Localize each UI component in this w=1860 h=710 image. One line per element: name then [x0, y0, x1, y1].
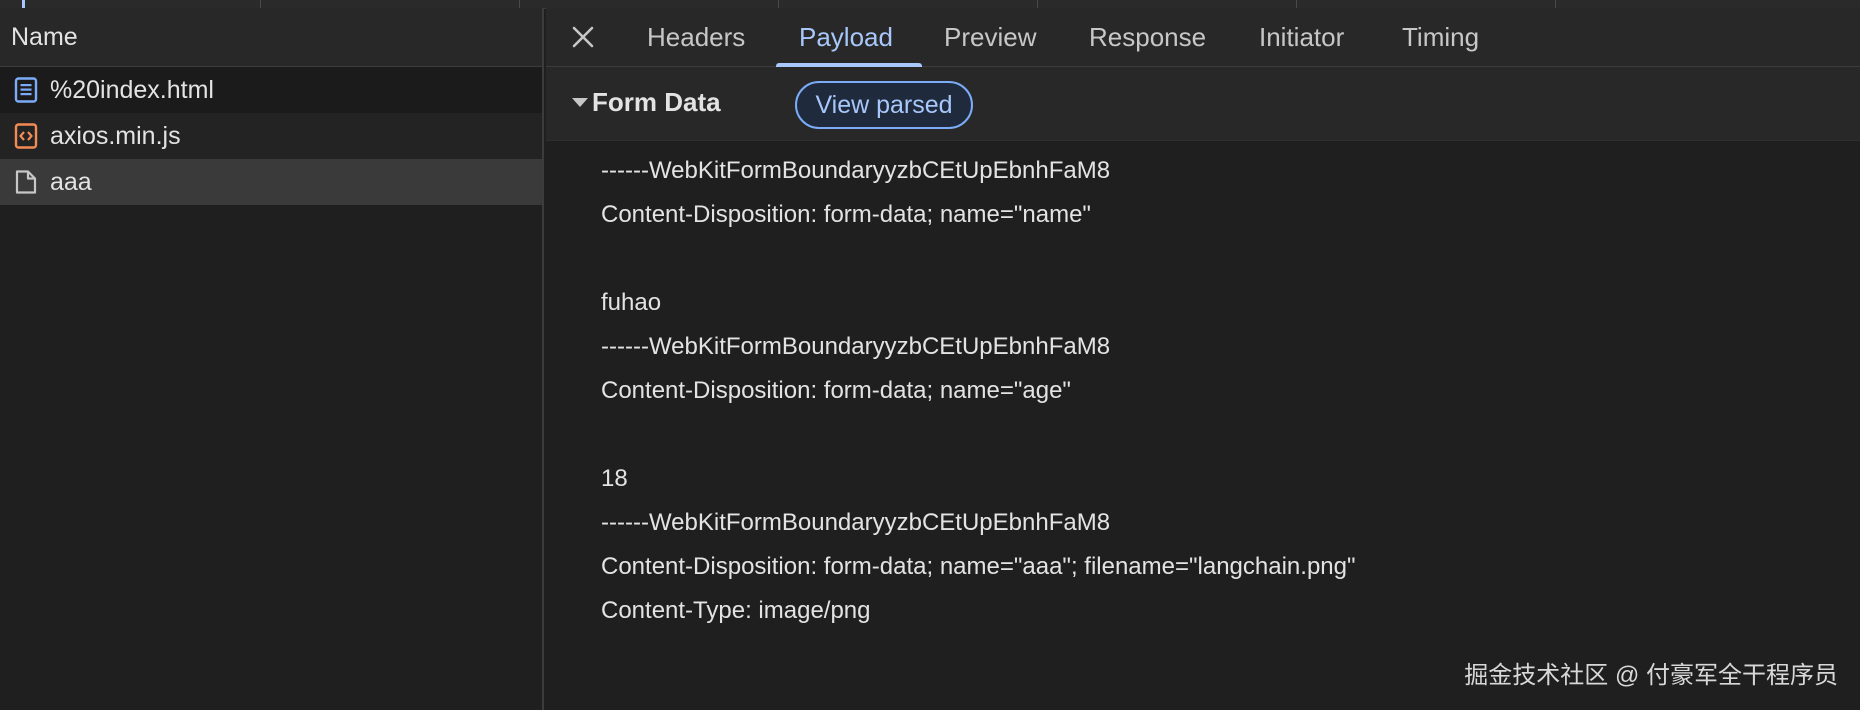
payload-line: Content-Disposition: form-data; name="ag…	[601, 377, 1071, 404]
detail-tabbar: Headers Payload Preview Response Initiat…	[546, 8, 1860, 67]
payload-line: ------WebKitFormBoundaryyzbCEtUpEbnhFaM8	[601, 157, 1111, 184]
tab-initiator[interactable]: Initiator	[1259, 8, 1344, 67]
watermark: 掘金技术社区 @ 付豪军全干程序员	[1464, 662, 1838, 689]
waterfall-cursor[interactable]	[22, 0, 25, 8]
request-name: aaa	[50, 167, 92, 196]
request-row-aaa[interactable]: aaa	[0, 159, 542, 205]
waterfall-tick	[1555, 0, 1556, 8]
view-parsed-button[interactable]: View parsed	[795, 81, 973, 129]
waterfall-tick	[778, 0, 779, 8]
payload-line: fuhao	[601, 289, 662, 316]
waterfall-tick	[519, 0, 520, 8]
file-icon	[13, 168, 39, 196]
collapse-triangle-icon[interactable]	[572, 98, 588, 107]
request-list: Name %20index.html axios.min.js aaa	[0, 8, 544, 710]
close-icon	[572, 26, 594, 48]
payload-line	[601, 413, 1841, 457]
waterfall-tick	[1296, 0, 1297, 8]
waterfall-tick	[1037, 0, 1038, 8]
payload-line	[601, 237, 1841, 281]
tab-timing[interactable]: Timing	[1402, 8, 1479, 67]
request-row-index-html[interactable]: %20index.html	[0, 67, 542, 113]
form-data-section-header[interactable]: Form Data View parsed	[546, 67, 1860, 141]
tab-headers[interactable]: Headers	[647, 8, 745, 67]
tab-preview[interactable]: Preview	[944, 8, 1036, 67]
payload-line: Content-Type: image/png	[601, 597, 871, 624]
payload-line: Content-Disposition: form-data; name="na…	[601, 201, 1091, 228]
tab-response[interactable]: Response	[1089, 8, 1206, 67]
waterfall-tick	[260, 0, 261, 8]
request-name: axios.min.js	[50, 121, 181, 150]
document-icon	[13, 76, 39, 104]
script-icon	[13, 122, 39, 150]
request-name: %20index.html	[50, 75, 214, 104]
request-row-axios[interactable]: axios.min.js	[0, 113, 542, 159]
tab-payload[interactable]: Payload	[799, 8, 893, 67]
close-detail-button[interactable]	[566, 20, 600, 54]
devtools-network-panel: Name %20index.html axios.min.js aaa Head…	[0, 0, 1860, 710]
payload-source: ------WebKitFormBoundaryyzbCEtUpEbnhFaM8…	[601, 149, 1841, 633]
name-column-label: Name	[11, 22, 78, 51]
payload-line: ------WebKitFormBoundaryyzbCEtUpEbnhFaM8	[601, 333, 1111, 360]
name-column-header[interactable]: Name	[0, 8, 542, 67]
section-title: Form Data	[592, 87, 721, 117]
payload-line: ------WebKitFormBoundaryyzbCEtUpEbnhFaM8	[601, 509, 1111, 536]
payload-line: Content-Disposition: form-data; name="aa…	[601, 553, 1356, 580]
request-detail-panel: Headers Payload Preview Response Initiat…	[546, 8, 1860, 710]
payload-line: 18	[601, 465, 628, 492]
